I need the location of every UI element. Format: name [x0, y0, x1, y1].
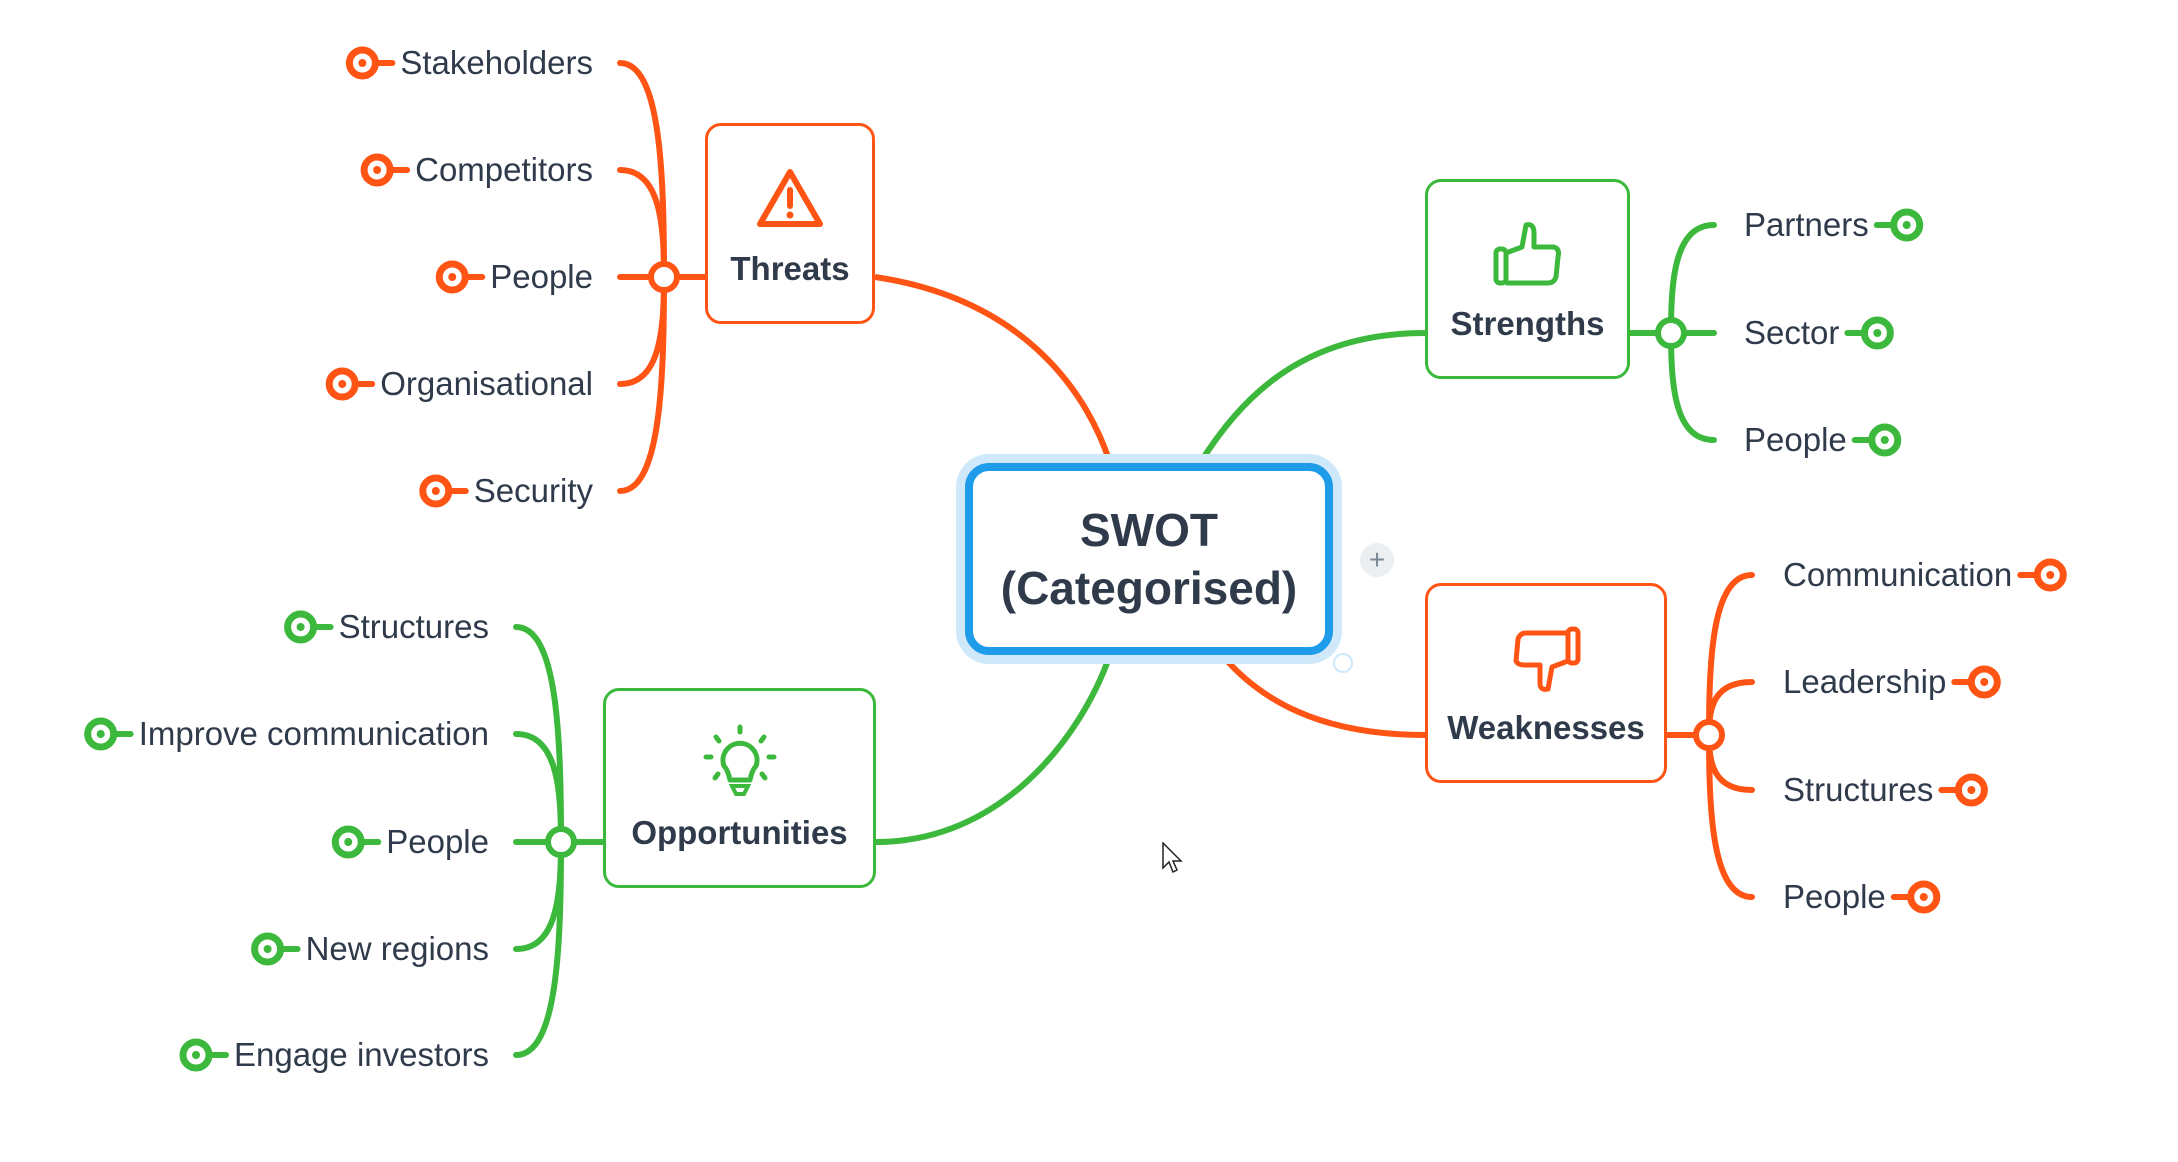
opportunities-item[interactable]: People [386, 822, 489, 862]
weaknesses-item[interactable]: People [1783, 877, 1886, 917]
expand-toggle-dot [448, 273, 457, 281]
opportunities-item-connector [513, 731, 564, 845]
strengths-item-connector [1668, 222, 1717, 336]
threats-item[interactable]: People [490, 257, 593, 297]
expand-toggle-dot [1902, 221, 1911, 229]
threats-hub-icon [648, 261, 680, 293]
connector-center-weaknesses [1219, 653, 1426, 738]
weaknesses-hub-icon [1693, 719, 1725, 751]
expand-toggle-dot [344, 838, 353, 846]
expand-toggle-dot [2046, 571, 2055, 579]
lightbulb-icon [703, 724, 776, 796]
opportunities-label: Opportunities [631, 814, 848, 851]
weaknesses-item[interactable]: Leadership [1783, 662, 1946, 702]
central-topic[interactable]: SWOT (Categorised) [965, 463, 1333, 655]
strengths-label: Strengths [1450, 305, 1605, 342]
strengths-node[interactable]: Strengths [1425, 179, 1630, 379]
strengths-item[interactable]: People [1744, 420, 1847, 460]
strengths-item[interactable]: Partners [1744, 205, 1869, 245]
strengths-hub-icon [1655, 317, 1687, 349]
expand-toggle-dot [192, 1051, 201, 1059]
opportunities-item-connector [513, 839, 564, 952]
weaknesses-item[interactable]: Communication [1783, 555, 2012, 595]
weaknesses-node[interactable]: Weaknesses [1425, 583, 1667, 783]
strengths-item-connector [1668, 330, 1717, 443]
expand-toggle-dot [263, 945, 272, 953]
threats-item[interactable]: Security [474, 471, 593, 511]
weaknesses-item[interactable]: Structures [1783, 770, 1933, 810]
opportunities-item[interactable]: Engage investors [234, 1035, 489, 1075]
expand-toggle-dot [96, 730, 105, 738]
expand-toggle-dot [1980, 678, 1989, 686]
weaknesses-item-connector [1706, 572, 1755, 738]
threats-node[interactable]: Threats [705, 123, 875, 324]
add-topic-button[interactable]: + [1360, 543, 1394, 577]
opportunities-item[interactable]: Structures [339, 607, 489, 647]
expand-toggle-dot [358, 59, 367, 67]
expand-toggle-dot [1873, 329, 1882, 337]
weaknesses-item-connector [1706, 732, 1755, 900]
threats-label: Threats [730, 249, 850, 287]
connector-center-strengths [1197, 330, 1426, 465]
expand-toggle-dot [296, 623, 305, 631]
threats-item-connector [617, 167, 667, 280]
expand-toggle-dot [431, 487, 440, 495]
mouse-cursor-icon [1162, 842, 1183, 874]
threats-item[interactable]: Organisational [380, 364, 593, 404]
central-topic-line1: SWOT [1080, 504, 1218, 556]
opportunities-item[interactable]: New regions [306, 929, 489, 969]
thumbs-up-icon [1493, 222, 1561, 286]
threats-item[interactable]: Stakeholders [400, 43, 593, 83]
expand-toggle-dot [1880, 436, 1889, 444]
connector-center-opportunities [875, 654, 1113, 845]
opportunities-node[interactable]: Opportunities [603, 688, 876, 888]
central-topic-line2: (Categorised) [1000, 562, 1298, 614]
threats-item-connector [617, 274, 667, 387]
warning-triangle-icon [757, 168, 823, 227]
threats-item[interactable]: Competitors [415, 150, 593, 190]
expand-toggle-dot [1967, 786, 1976, 794]
expand-toggle-dot [373, 166, 382, 174]
opportunities-item[interactable]: Improve communication [139, 714, 489, 754]
connector-center-threats [874, 274, 1113, 464]
resize-handle[interactable] [1333, 653, 1353, 673]
opportunities-hub-icon [545, 826, 577, 858]
expand-toggle-dot [338, 380, 347, 388]
weaknesses-label: Weaknesses [1447, 709, 1645, 746]
strengths-item[interactable]: Sector [1744, 313, 1839, 353]
thumbs-down-icon [1513, 626, 1581, 692]
expand-toggle-dot [1919, 893, 1928, 901]
